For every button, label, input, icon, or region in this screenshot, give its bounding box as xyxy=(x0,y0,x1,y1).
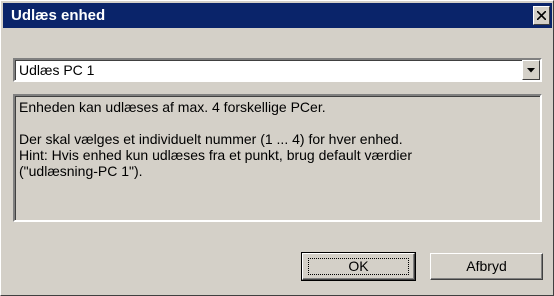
chevron-down-icon xyxy=(527,68,535,73)
title-bar[interactable]: Udlæs enhed xyxy=(3,3,552,28)
window-title: Udlæs enhed xyxy=(11,7,106,24)
info-text-box: Enheden kan udlæses af max. 4 forskellig… xyxy=(13,94,542,222)
info-line-2: Der skal vælges et individuelt nummer (1… xyxy=(19,131,403,147)
info-line-1: Enheden kan udlæses af max. 4 forskellig… xyxy=(19,99,326,115)
pc-select-value: Udlæs PC 1 xyxy=(19,62,95,78)
close-icon xyxy=(537,11,546,20)
ok-button[interactable]: OK xyxy=(301,252,416,281)
info-line-4: ("udlæsning-PC 1"). xyxy=(19,163,143,179)
dropdown-button[interactable] xyxy=(522,60,540,80)
info-line-3: Hint: Hvis enhed kun udlæses fra et punk… xyxy=(19,147,412,163)
ok-button-label: OK xyxy=(348,258,369,274)
close-button[interactable] xyxy=(533,6,550,25)
dialog-window: Udlæs enhed Udlæs PC 1 Enheden kan udlæs… xyxy=(0,0,554,296)
cancel-button-label: Afbryd xyxy=(466,258,507,274)
cancel-button[interactable]: Afbryd xyxy=(430,253,543,280)
pc-select-dropdown[interactable]: Udlæs PC 1 xyxy=(13,58,542,82)
